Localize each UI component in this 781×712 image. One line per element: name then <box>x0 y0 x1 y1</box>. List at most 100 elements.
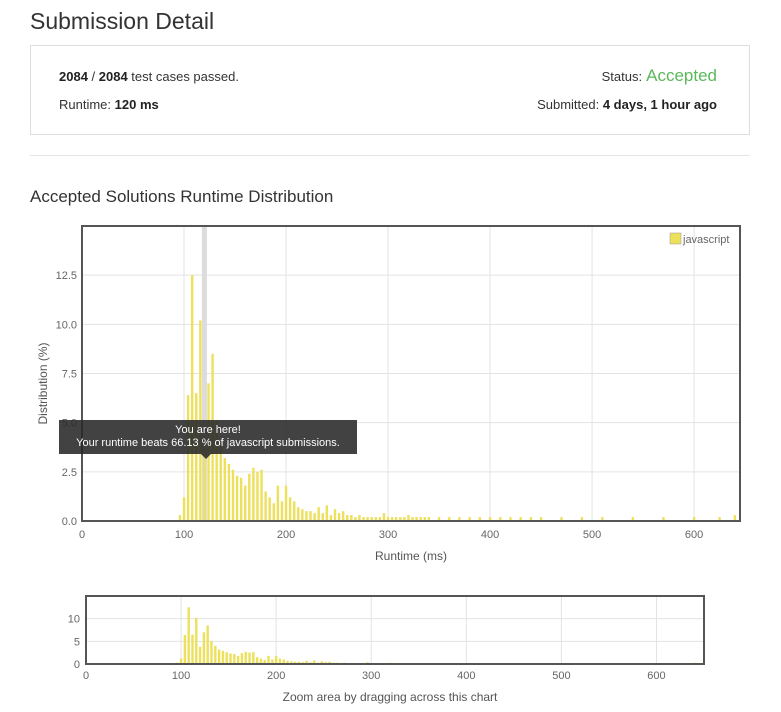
y-tick-label: 7.5 <box>62 369 77 381</box>
zoom-distribution-bar <box>531 663 535 664</box>
zoom-distribution-bar <box>385 663 388 664</box>
zoom-distribution-bar <box>693 662 696 664</box>
zoom-distribution-bar <box>400 663 403 664</box>
zoom-distribution-bar <box>244 651 247 664</box>
status-line: Status: Accepted <box>602 66 717 86</box>
you-are-here-tooltip: You are here! Your runtime beats 66.13 %… <box>59 420 357 459</box>
zoom-distribution-bar <box>493 663 497 664</box>
zoom-distribution-bar <box>396 663 400 664</box>
zoom-distribution-bar <box>282 659 285 664</box>
y-tick-label: 10.0 <box>56 319 77 331</box>
zoom-caption: Zoom area by dragging across this chart <box>283 690 498 704</box>
distribution-bar <box>395 517 398 521</box>
distribution-bar <box>292 501 296 521</box>
zoom-distribution-bar <box>351 663 354 664</box>
zoom-distribution-bar <box>474 663 478 664</box>
zoom-x-tick-label: 200 <box>267 670 285 682</box>
plot-background <box>82 226 740 521</box>
zoom-distribution-bar <box>293 661 297 664</box>
zoom-distribution-bar <box>358 663 362 664</box>
zoom-x-tick-label: 400 <box>457 670 475 682</box>
zoom-distribution-bar <box>225 652 228 664</box>
zoom-distribution-bar <box>370 663 373 664</box>
distribution-bar <box>190 275 194 521</box>
distribution-bar <box>362 517 365 521</box>
zoom-distribution-bar <box>655 663 658 664</box>
submitted-line: Submitted: 4 days, 1 hour ago <box>537 97 717 112</box>
runtime-line: Runtime: 120 ms <box>59 97 159 112</box>
zoom-distribution-bar <box>512 663 516 664</box>
zoom-distribution-bar <box>343 662 346 664</box>
x-tick-label: 0 <box>79 529 85 541</box>
zoom-distribution-bar <box>339 663 343 664</box>
distribution-bar <box>219 442 222 521</box>
zoom-distribution-bar <box>389 662 392 664</box>
zoom-distribution-bar <box>179 658 183 664</box>
distribution-bar <box>317 507 320 521</box>
zoom-distribution-bar <box>259 658 263 664</box>
distribution-bar <box>427 517 431 521</box>
distribution-bar <box>539 517 543 521</box>
zoom-distribution-bar <box>316 662 320 664</box>
distribution-bar <box>260 469 263 521</box>
zoom-distribution-bar <box>210 640 213 664</box>
distribution-bar <box>358 515 361 521</box>
zoom-distribution-bar <box>404 663 407 664</box>
y-tick-label: 12.5 <box>56 270 77 282</box>
distribution-bar <box>662 517 665 521</box>
distribution-bar <box>378 517 382 521</box>
zoom-distribution-bar <box>550 663 554 664</box>
distribution-bar <box>337 513 341 521</box>
distribution-bar <box>399 517 402 521</box>
zoom-distribution-bar <box>248 652 251 664</box>
distribution-bar <box>631 517 635 521</box>
status-label: Status: <box>601 69 643 84</box>
zoom-distribution-bar <box>362 663 365 664</box>
distribution-bar <box>333 509 337 521</box>
zoom-distribution-bar <box>290 661 293 664</box>
zoom-distribution-bar <box>271 659 274 664</box>
status-badge[interactable]: Accepted <box>646 66 717 86</box>
zoom-distribution-bar <box>436 663 439 664</box>
distribution-bar <box>329 515 333 521</box>
distribution-bar <box>301 509 304 521</box>
distribution-bar <box>354 517 357 521</box>
zoom-distribution-bar <box>274 655 278 664</box>
distribution-bar <box>272 503 275 521</box>
current-runtime-marker <box>201 226 207 521</box>
distribution-bar <box>374 517 378 521</box>
count-separator: / <box>87 69 99 84</box>
zoom-distribution-bar <box>679 663 682 664</box>
distribution-bar <box>239 477 243 521</box>
distribution-bar <box>178 515 182 521</box>
zoom-distribution-bar <box>252 652 255 664</box>
zoom-distribution-bar <box>569 663 573 664</box>
distribution-bar <box>313 513 316 521</box>
runtime-value: 120 ms <box>114 97 159 112</box>
zoom-distribution-bar <box>366 662 369 664</box>
distribution-bar <box>288 497 292 521</box>
zoom-distribution-bar <box>598 663 601 664</box>
distribution-bar <box>264 491 267 521</box>
distribution-title: Accepted Solutions Runtime Distribution <box>30 187 334 206</box>
distribution-bar <box>235 475 239 521</box>
zoom-distribution-bar <box>347 663 350 664</box>
zoom-x-tick-label: 500 <box>552 670 570 682</box>
distribution-bar <box>519 517 522 521</box>
zoom-distribution-bar <box>626 663 630 664</box>
distribution-bar <box>437 517 441 521</box>
zoom-distribution-bar <box>233 654 236 664</box>
legend-swatch <box>669 232 682 245</box>
test-cases-line: 2084 / 2084 test cases passed. <box>59 69 239 84</box>
distribution-bar <box>733 515 737 521</box>
zoom-distribution-bar <box>381 663 384 664</box>
zoom-x-tick-label: 600 <box>647 670 665 682</box>
distribution-bar <box>227 463 231 521</box>
plot-frame <box>81 225 741 522</box>
distribution-bar <box>560 517 563 521</box>
zoom-distribution-bar <box>312 660 316 664</box>
zoom-distribution-bar <box>267 655 270 664</box>
y-tick-label: 0.0 <box>62 516 77 528</box>
zoom-distribution-bar <box>354 663 358 664</box>
zoom-y-tick-label: 5 <box>74 636 80 648</box>
